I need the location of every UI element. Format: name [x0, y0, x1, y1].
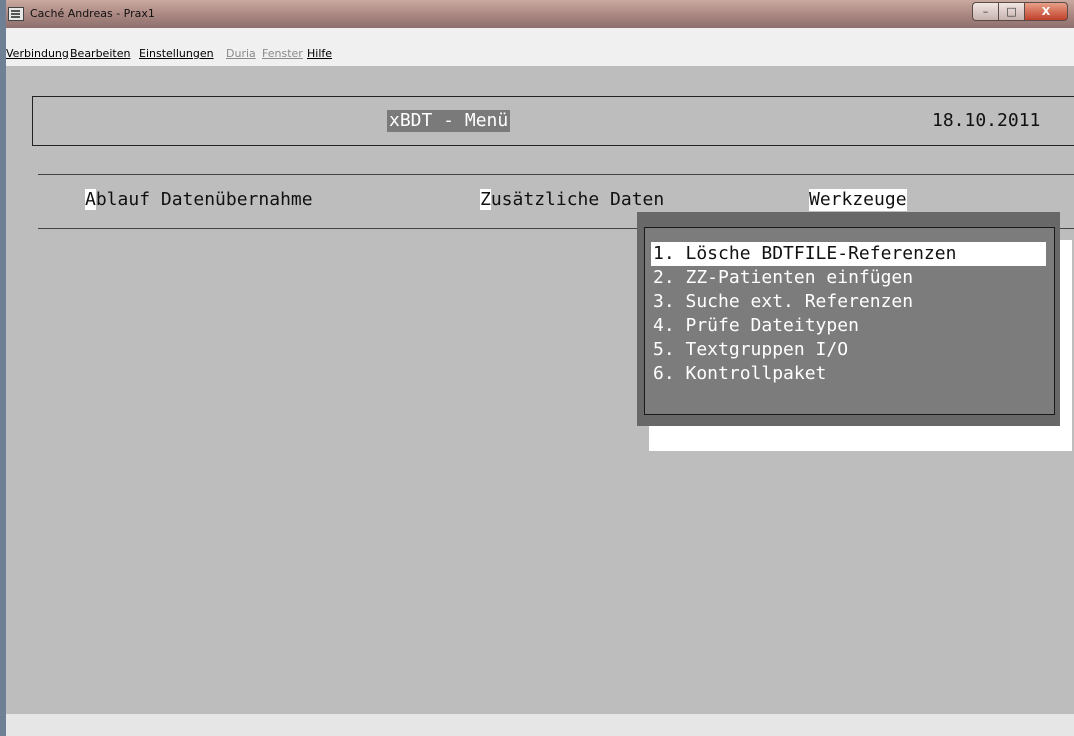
hotkey-a: A — [85, 189, 96, 210]
menu-label-rest: usätzliche Daten — [490, 189, 665, 210]
maximize-button[interactable]: □ — [998, 2, 1024, 21]
menu-duria[interactable]: Duria — [226, 47, 256, 60]
menu-zusaetzliche-daten[interactable]: Zusätzliche Daten — [480, 189, 664, 211]
minimize-button[interactable]: – — [972, 2, 998, 21]
app-window: Caché Andreas - Prax1 – □ X Verbindung B… — [0, 0, 1074, 736]
close-button[interactable]: X — [1024, 2, 1068, 21]
dropdown-item-pruefe-dateitypen[interactable]: 4. Prüfe Dateitypen — [651, 314, 1046, 338]
terminal-app-icon — [8, 7, 24, 21]
title-bar[interactable]: Caché Andreas - Prax1 – □ X — [6, 0, 1074, 28]
menu-label-rest: blauf Datenübernahme — [95, 189, 313, 210]
dropdown-item-zz-patienten-einfuegen[interactable]: 2. ZZ-Patienten einfügen — [651, 266, 1046, 290]
dropdown-item-textgruppen-io[interactable]: 5. Textgruppen I/O — [651, 338, 1046, 362]
header-date: 18.10.2011 — [932, 110, 1041, 131]
menu-bearbeiten[interactable]: Bearbeiten — [70, 47, 130, 60]
menu-ablauf-datenuebernahme[interactable]: Ablauf Datenübernahme — [85, 189, 313, 211]
dropdown-item-loesche-bdtfile-referenzen[interactable]: 1. Lösche BDTFILE-Referenzen — [651, 242, 1046, 266]
header-box — [32, 96, 1074, 146]
menu-hilfe[interactable]: Hilfe — [307, 47, 332, 60]
menu-fenster[interactable]: Fenster — [262, 47, 303, 60]
window-title: Caché Andreas - Prax1 — [30, 7, 155, 20]
status-bar — [6, 714, 1074, 736]
menu-werkzeuge[interactable]: Werkzeuge — [809, 189, 907, 211]
menu-bar: Verbindung Bearbeiten Einstellungen Duri… — [6, 28, 1074, 66]
dropdown-item-kontrollpaket[interactable]: 6. Kontrollpaket — [651, 362, 1046, 386]
separator-top — [38, 174, 1074, 175]
dropdown-item-suche-ext-referenzen[interactable]: 3. Suche ext. Referenzen — [651, 290, 1046, 314]
menu-verbindung[interactable]: Verbindung — [6, 47, 69, 60]
menu-einstellungen[interactable]: Einstellungen — [139, 47, 214, 60]
window-controls: – □ X — [972, 2, 1068, 21]
hotkey-z: Z — [480, 189, 491, 210]
page-title: xBDT - Menü — [387, 110, 511, 132]
